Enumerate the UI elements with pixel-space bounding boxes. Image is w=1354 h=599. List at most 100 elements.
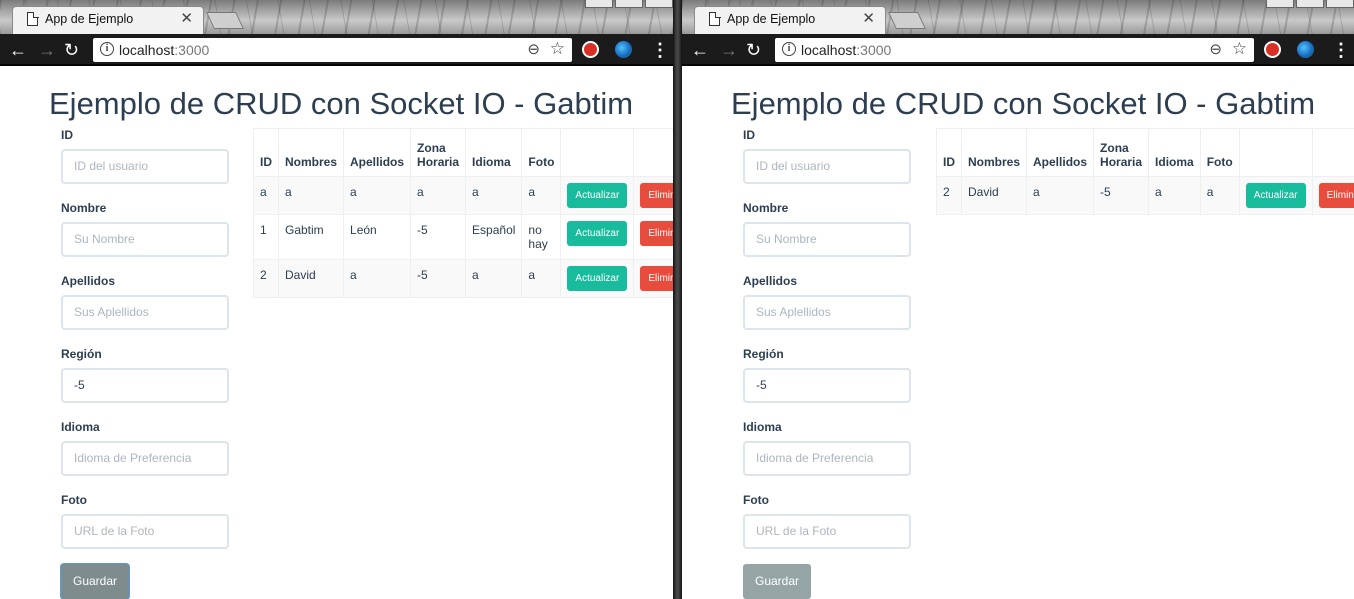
- forward-arrow-icon[interactable]: →: [720, 39, 738, 61]
- page-content: Ejemplo de CRUD con Socket IO - Gabtim I…: [682, 68, 1354, 599]
- col-foto: Foto: [1199, 128, 1240, 177]
- cell-idioma: a: [1148, 176, 1201, 215]
- maximize-button[interactable]: [615, 0, 643, 8]
- save-button[interactable]: Guardar: [743, 564, 812, 599]
- url-text: localhost:3000: [801, 42, 891, 58]
- browser-window-right: App de Ejemplo ✕ ← → ↻ i localhost:3000 …: [682, 0, 1354, 599]
- foto-input[interactable]: URL de la Foto: [743, 514, 911, 549]
- close-tab-icon[interactable]: ✕: [180, 9, 193, 27]
- update-button[interactable]: Actualizar: [567, 183, 628, 208]
- url-text: localhost:3000: [119, 42, 209, 58]
- id-label: ID: [743, 128, 755, 142]
- globe-extension-icon[interactable]: [1297, 41, 1314, 58]
- delete-button[interactable]: Elimin: [640, 266, 673, 291]
- cell-zona: a: [410, 176, 467, 215]
- close-tab-icon[interactable]: ✕: [862, 9, 875, 27]
- page-content: Ejemplo de CRUD con Socket IO - Gabtim I…: [0, 68, 673, 599]
- cell-apellidos: León: [343, 214, 412, 260]
- nombre-label: Nombre: [61, 201, 107, 215]
- menu-kebab-icon[interactable]: ⋮: [651, 40, 669, 60]
- cell-id: a: [253, 176, 279, 215]
- region-input[interactable]: -5: [61, 368, 229, 403]
- col-id: ID: [936, 128, 962, 177]
- globe-extension-icon[interactable]: [615, 41, 632, 58]
- cell-update: Actualizar: [1238, 176, 1313, 215]
- col-zona-horaria: Zona Horaria: [1093, 128, 1150, 177]
- user-form: ID ID del usuario Nombre Su Nombre Apell…: [743, 128, 911, 599]
- back-arrow-icon[interactable]: ←: [691, 39, 709, 61]
- users-table: ID Nombres Apellidos Zona Horaria Idioma…: [253, 128, 673, 298]
- adblock-stop-icon[interactable]: [1264, 41, 1281, 58]
- cell-zona: -5: [1093, 176, 1150, 215]
- col-update: [1238, 128, 1313, 177]
- menu-kebab-icon[interactable]: ⋮: [1332, 40, 1350, 60]
- apellidos-label: Apellidos: [743, 274, 798, 288]
- col-idioma: Idioma: [465, 128, 523, 177]
- cell-update: Actualizar: [560, 176, 635, 215]
- users-table-wrap: ID Nombres Apellidos Zona Horaria Idioma…: [936, 128, 1354, 215]
- url-host: localhost: [119, 42, 175, 58]
- maximize-button[interactable]: [1296, 0, 1324, 8]
- col-delete: [633, 128, 673, 177]
- update-button[interactable]: Actualizar: [567, 266, 628, 291]
- screen: App de Ejemplo ✕ ← → ↻ i localhost:3000 …: [0, 0, 1354, 599]
- table-header-row: ID Nombres Apellidos Zona Horaria Idioma…: [253, 128, 673, 177]
- col-nombres: Nombres: [277, 128, 345, 177]
- bookmark-star-icon[interactable]: ☆: [1232, 39, 1247, 59]
- window-controls: [1264, 0, 1354, 8]
- nombre-input[interactable]: Su Nombre: [61, 222, 229, 257]
- idioma-input[interactable]: Idioma de Preferencia: [743, 441, 911, 476]
- id-input[interactable]: ID del usuario: [743, 149, 911, 184]
- region-input[interactable]: -5: [743, 368, 911, 403]
- col-apellidos: Apellidos: [1026, 128, 1095, 177]
- update-button[interactable]: Actualizar: [1245, 183, 1306, 208]
- zoom-icon[interactable]: ⊖: [527, 40, 540, 58]
- col-nombres: Nombres: [960, 128, 1028, 177]
- browser-tab[interactable]: App de Ejemplo ✕: [694, 6, 886, 34]
- reload-icon[interactable]: ↻: [746, 39, 761, 61]
- id-input[interactable]: ID del usuario: [61, 149, 229, 184]
- zoom-icon[interactable]: ⊖: [1209, 40, 1222, 58]
- close-window-button[interactable]: [645, 0, 673, 8]
- browser-tab[interactable]: App de Ejemplo ✕: [12, 6, 204, 34]
- back-arrow-icon[interactable]: ←: [9, 39, 27, 61]
- cell-zona: -5: [410, 214, 467, 260]
- delete-button[interactable]: Elimin: [640, 183, 673, 208]
- delete-button[interactable]: Elimina: [1318, 183, 1354, 208]
- page-icon: [709, 11, 721, 26]
- idioma-input[interactable]: Idioma de Preferencia: [61, 441, 229, 476]
- window-divider: [673, 0, 682, 599]
- save-button[interactable]: Guardar: [61, 564, 130, 599]
- idioma-label: Idioma: [743, 420, 782, 434]
- cell-apellidos: a: [343, 259, 412, 298]
- cell-delete: Elimin: [633, 259, 673, 298]
- adblock-stop-icon[interactable]: [582, 41, 599, 58]
- address-bar[interactable]: i localhost:3000 ⊖ ☆: [775, 38, 1254, 62]
- browser-toolbar: ← → ↻ i localhost:3000 ⊖ ☆ ⋮: [0, 34, 673, 66]
- col-zona-horaria: Zona Horaria: [410, 128, 467, 177]
- info-icon[interactable]: i: [100, 42, 114, 56]
- minimize-button[interactable]: [1266, 0, 1294, 8]
- user-form: ID ID del usuario Nombre Su Nombre Apell…: [61, 128, 229, 599]
- update-button[interactable]: Actualizar: [567, 221, 628, 246]
- apellidos-input[interactable]: Sus Aplellidos: [743, 295, 911, 330]
- info-icon[interactable]: i: [782, 42, 796, 56]
- close-window-button[interactable]: [1326, 0, 1354, 8]
- reload-icon[interactable]: ↻: [64, 39, 79, 61]
- url-port: :3000: [174, 42, 210, 58]
- bookmark-star-icon[interactable]: ☆: [550, 39, 565, 59]
- id-label: ID: [61, 128, 73, 142]
- apellidos-input[interactable]: Sus Aplellidos: [61, 295, 229, 330]
- minimize-button[interactable]: [585, 0, 613, 8]
- users-table-wrap: ID Nombres Apellidos Zona Horaria Idioma…: [253, 128, 673, 298]
- forward-arrow-icon[interactable]: →: [38, 39, 56, 61]
- address-bar[interactable]: i localhost:3000 ⊖ ☆: [93, 38, 572, 62]
- tab-title: App de Ejemplo: [45, 12, 134, 26]
- delete-button[interactable]: Elimin: [640, 221, 673, 246]
- cell-delete: Elimin: [633, 214, 673, 260]
- url-port: :3000: [856, 42, 892, 58]
- cell-idioma: a: [465, 259, 523, 298]
- window-controls: [583, 0, 673, 8]
- foto-input[interactable]: URL de la Foto: [61, 514, 229, 549]
- nombre-input[interactable]: Su Nombre: [743, 222, 911, 257]
